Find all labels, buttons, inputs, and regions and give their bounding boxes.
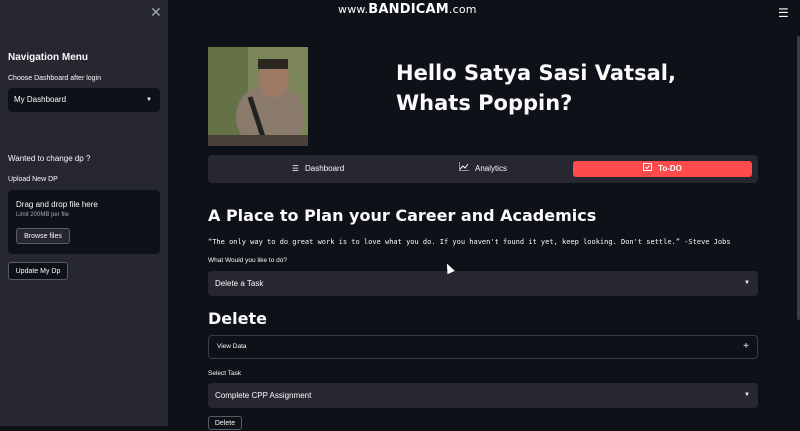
quote-text: “The only way to do great work is to lov… bbox=[208, 238, 731, 246]
upload-label: Upload New DP bbox=[8, 176, 58, 183]
delete-button[interactable]: Delete bbox=[208, 416, 242, 430]
tab-analytics-label: Analytics bbox=[474, 164, 507, 173]
view-data-expander[interactable]: View Data + bbox=[208, 335, 758, 359]
action-select-label: What Would you like to do? bbox=[208, 257, 288, 264]
section-heading: Delete bbox=[208, 309, 267, 328]
tab-todo-label: To-DO bbox=[658, 164, 682, 173]
close-icon[interactable]: ✕ bbox=[150, 4, 162, 21]
watermark-suffix: .com bbox=[448, 3, 477, 16]
calendar-check-icon bbox=[643, 161, 653, 177]
select-task-label: Select Task bbox=[208, 370, 242, 377]
watermark-brand: BANDICAM bbox=[368, 2, 449, 17]
profile-photo-art bbox=[208, 47, 308, 146]
plus-icon: + bbox=[743, 341, 749, 352]
list-icon: ☰ bbox=[291, 164, 300, 173]
action-select[interactable]: Delete a Task ▼ bbox=[208, 271, 758, 296]
task-select-value: Complete CPP Assignment bbox=[215, 391, 312, 400]
chart-line-icon bbox=[458, 161, 469, 177]
option-menu: ☰ Dashboard Analytics To-DO bbox=[208, 155, 758, 183]
watermark-prefix: www. bbox=[338, 3, 369, 16]
tab-dashboard[interactable]: ☰ Dashboard bbox=[258, 161, 378, 177]
sidebar: ✕ Navigation Menu Choose Dashboard after… bbox=[0, 0, 168, 426]
profile-picture bbox=[208, 47, 308, 146]
chevron-down-icon: ▼ bbox=[744, 280, 750, 286]
page-greeting: Hello Satya Sasi Vatsal, Whats Poppin? bbox=[396, 61, 676, 115]
tab-todo[interactable]: To-DO bbox=[573, 161, 752, 177]
expander-label: View Data bbox=[217, 343, 247, 350]
sidebar-title: Navigation Menu bbox=[8, 52, 89, 63]
browse-files-button[interactable]: Browse files bbox=[16, 228, 70, 244]
dashboard-select-value: My Dashboard bbox=[14, 95, 67, 104]
task-select[interactable]: Complete CPP Assignment ▼ bbox=[208, 383, 758, 408]
tab-analytics[interactable]: Analytics bbox=[423, 161, 543, 177]
page-heading: A Place to Plan your Career and Academic… bbox=[208, 206, 597, 225]
action-select-value: Delete a Task bbox=[215, 279, 264, 288]
dropzone-title: Drag and drop file here bbox=[16, 200, 98, 209]
chevron-down-icon: ▼ bbox=[744, 392, 750, 398]
dashboard-select-label: Choose Dashboard after login bbox=[8, 75, 102, 82]
file-dropzone[interactable]: Drag and drop file here Limit 200MB per … bbox=[8, 190, 160, 254]
tab-dashboard-label: Dashboard bbox=[305, 164, 345, 173]
change-dp-heading: Wanted to change dp ? bbox=[8, 154, 91, 163]
dashboard-select[interactable]: My Dashboard ▼ bbox=[8, 88, 160, 112]
bandicam-watermark: www.BANDICAM.com bbox=[338, 2, 477, 17]
dropzone-limit: Limit 200MB per file bbox=[16, 212, 70, 218]
chevron-down-icon: ▼ bbox=[146, 97, 152, 103]
update-dp-button[interactable]: Update My Dp bbox=[8, 262, 68, 280]
hamburger-menu-icon[interactable]: ☰ bbox=[778, 6, 789, 20]
